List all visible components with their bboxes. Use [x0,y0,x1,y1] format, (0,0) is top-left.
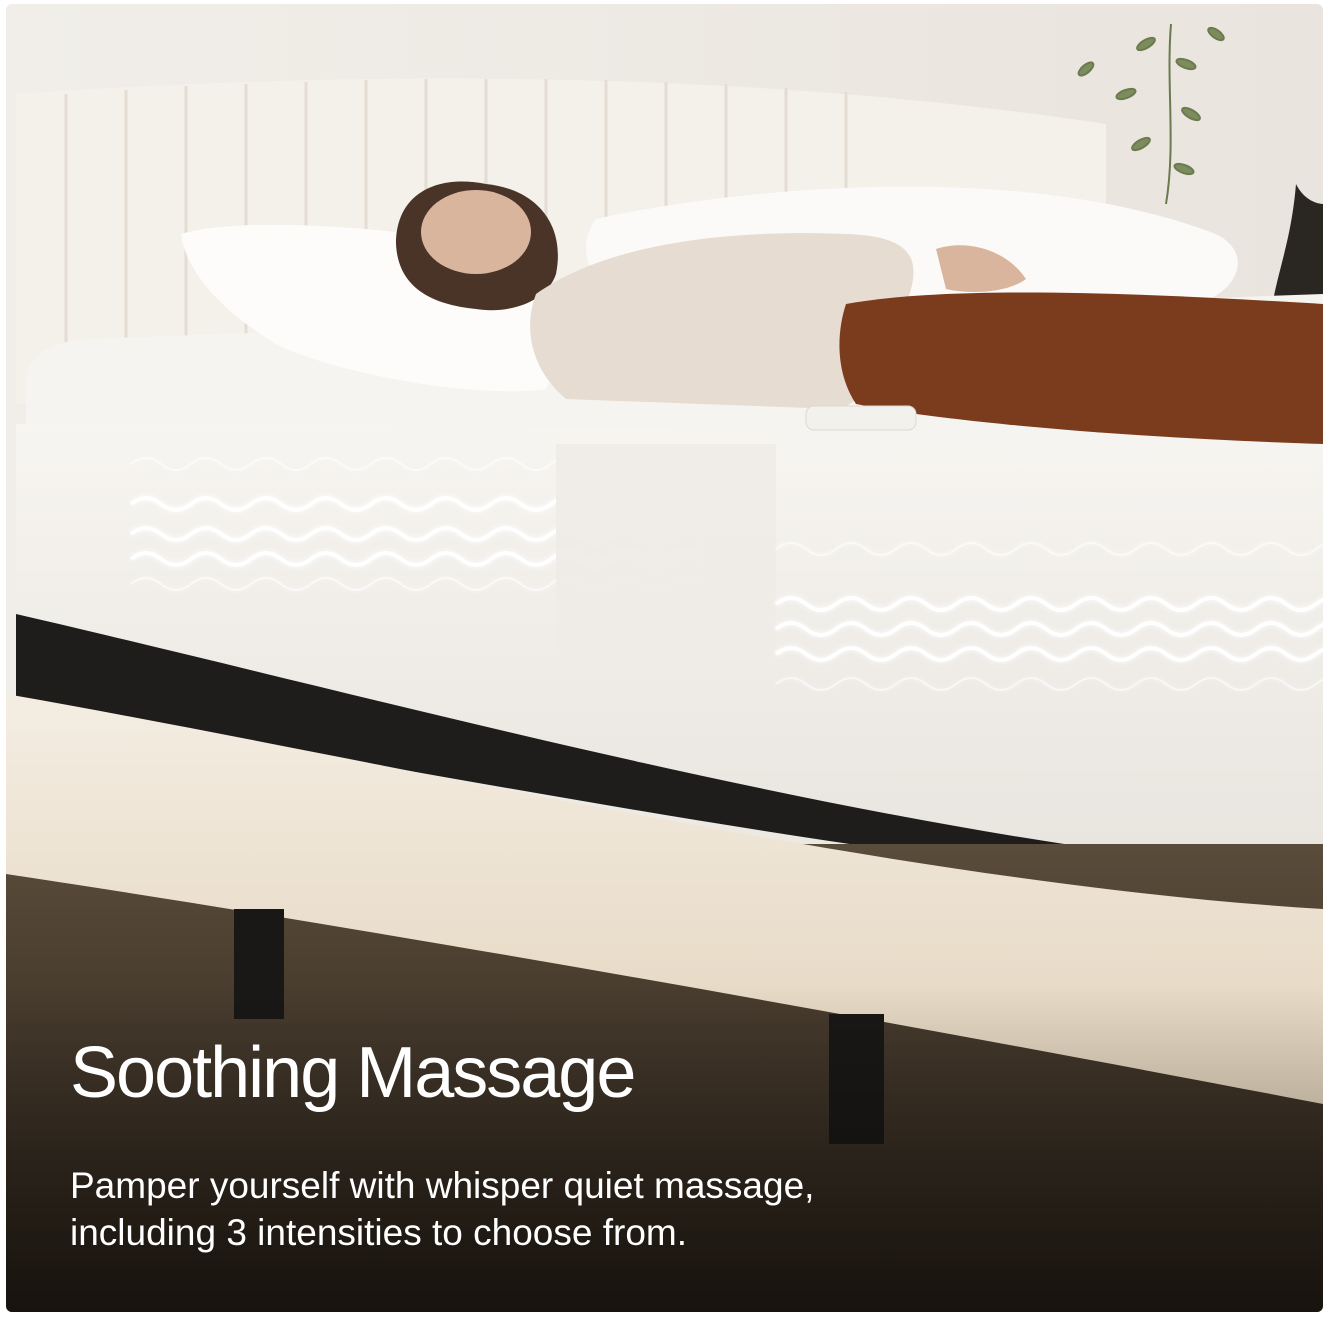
feature-description-line: Pamper yourself with whisper quiet massa… [70,1165,815,1206]
feature-description-line: including 3 intensities to choose from. [70,1212,688,1253]
feature-description: Pamper yourself with whisper quiet massa… [70,1162,1050,1256]
bedroom-scene [6,4,1323,1312]
product-feature-image: Soothing Massage Pamper yourself with wh… [6,4,1323,1312]
feature-title: Soothing Massage [70,1033,636,1113]
remote-control [805,405,917,431]
